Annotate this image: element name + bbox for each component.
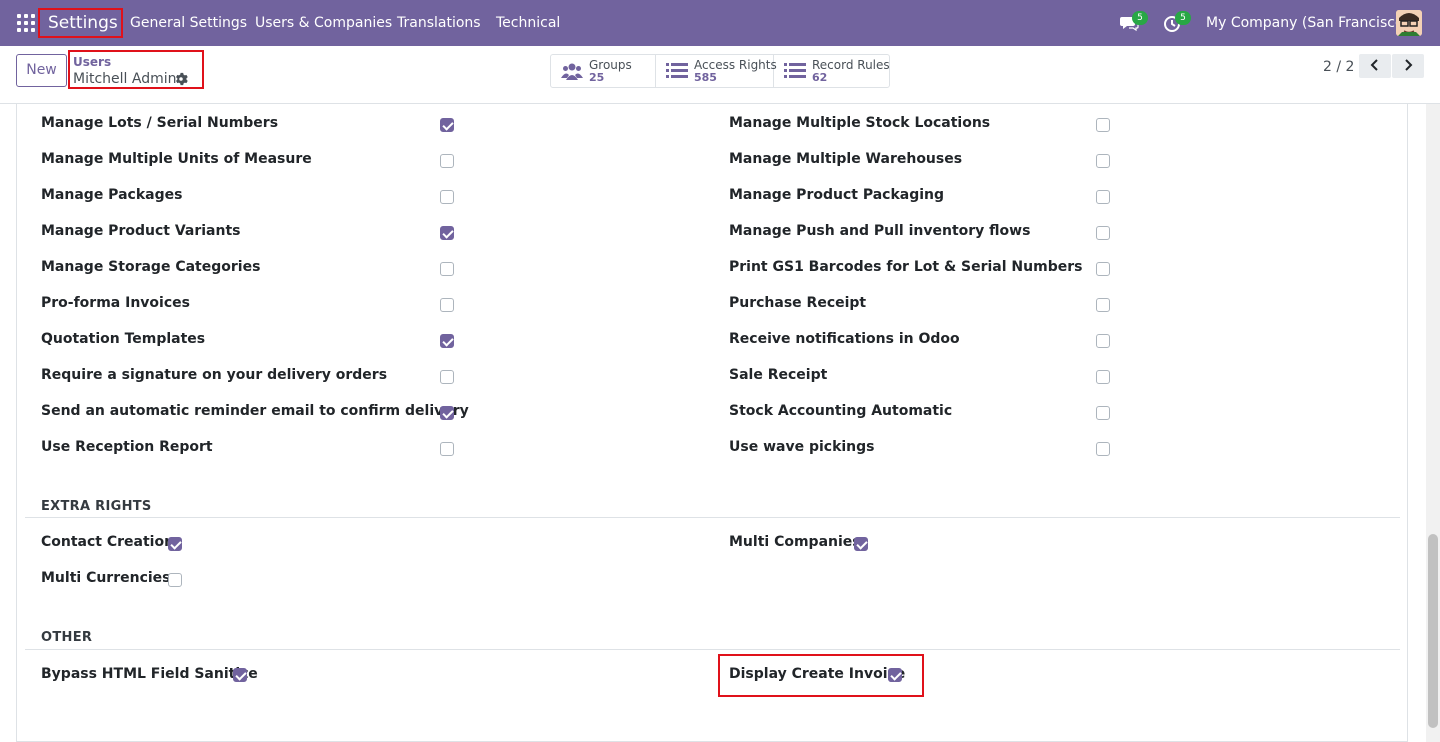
company-switcher[interactable]: My Company (San Francisco) — [1206, 0, 1409, 46]
scrollbar-thumb[interactable] — [1428, 534, 1438, 728]
multi-companies-checkbox[interactable] — [854, 537, 868, 551]
bypass-html-label: Bypass HTML Field Sanitize — [41, 666, 258, 682]
activities-badge: 5 — [1175, 11, 1191, 25]
pager-next-button[interactable] — [1392, 54, 1424, 78]
right-checkbox[interactable] — [1096, 370, 1110, 384]
users-icon — [561, 62, 583, 80]
right-label: Manage Lots / Serial Numbers — [41, 115, 279, 131]
right-label: Print GS1 Barcodes for Lot & Serial Numb… — [729, 259, 1083, 275]
user-avatar[interactable] — [1396, 10, 1422, 36]
right-checkbox[interactable] — [440, 118, 454, 132]
right-checkbox[interactable] — [440, 298, 454, 312]
right-checkbox[interactable] — [440, 406, 454, 420]
right-label: Manage Packages — [41, 187, 183, 203]
multi-companies-label: Multi Companies — [729, 534, 861, 550]
right-checkbox[interactable] — [440, 226, 454, 240]
apps-grid-icon[interactable] — [17, 14, 35, 32]
section-divider — [25, 517, 1400, 518]
right-checkbox[interactable] — [440, 262, 454, 276]
right-checkbox[interactable] — [1096, 226, 1110, 240]
right-label: Pro-forma Invoices — [41, 295, 190, 311]
section-divider — [25, 649, 1400, 650]
menu-translations[interactable]: Translations — [397, 0, 481, 46]
messages-badge: 5 — [1132, 11, 1148, 25]
right-label: Require a signature on your delivery ord… — [41, 367, 388, 383]
contact-creation-checkbox[interactable] — [168, 537, 182, 551]
breadcrumb-current-record: Mitchell Admin — [73, 71, 177, 87]
right-label: Sale Receipt — [729, 367, 828, 383]
menu-technical[interactable]: Technical — [496, 0, 560, 46]
smart-buttons: Groups 25 Access Rights 585 Record Rules… — [550, 54, 890, 88]
right-checkbox[interactable] — [1096, 190, 1110, 204]
right-checkbox[interactable] — [1096, 334, 1110, 348]
other-title: OTHER — [41, 630, 93, 645]
right-label: Quotation Templates — [41, 331, 206, 347]
user-form-sheet — [16, 104, 1408, 742]
right-checkbox[interactable] — [1096, 442, 1110, 456]
display-create-invoice-checkbox[interactable] — [888, 668, 902, 682]
list-icon — [784, 62, 806, 80]
display-create-invoice-label: Display Create Invoice — [729, 666, 906, 682]
right-checkbox[interactable] — [440, 190, 454, 204]
breadcrumb: Users Mitchell Admin — [68, 50, 204, 89]
right-label: Manage Push and Pull inventory flows — [729, 223, 1031, 239]
right-checkbox[interactable] — [1096, 118, 1110, 132]
right-label: Manage Multiple Units of Measure — [41, 151, 312, 167]
pager-value[interactable]: 2 / 2 — [1323, 59, 1354, 75]
list-icon — [666, 62, 688, 80]
multi-currencies-checkbox[interactable] — [168, 573, 182, 587]
right-label: Stock Accounting Automatic — [729, 403, 953, 419]
extra-rights-title: EXTRA RIGHTS — [41, 499, 152, 514]
record-rules-count: 62 — [812, 71, 828, 84]
right-checkbox[interactable] — [440, 442, 454, 456]
groups-label: Groups — [589, 58, 632, 72]
right-label: Use wave pickings — [729, 439, 875, 455]
contact-creation-label: Contact Creation — [41, 534, 175, 550]
multi-currencies-label: Multi Currencies — [41, 570, 171, 586]
right-checkbox[interactable] — [440, 370, 454, 384]
access-rights-smart-button[interactable]: Access Rights 585 — [656, 55, 777, 87]
control-panel: New Users Mitchell Admin Groups 25 Acces… — [0, 46, 1440, 104]
menu-users-companies[interactable]: Users & Companies — [255, 0, 392, 46]
app-brand-settings[interactable]: Settings — [38, 8, 123, 38]
groups-smart-button[interactable]: Groups 25 — [551, 55, 656, 87]
right-label: Use Reception Report — [41, 439, 213, 455]
right-label: Purchase Receipt — [729, 295, 867, 311]
vertical-scrollbar[interactable] — [1426, 104, 1440, 742]
right-checkbox[interactable] — [440, 154, 454, 168]
bypass-html-checkbox[interactable] — [233, 668, 247, 682]
access-rights-label: Access Rights — [694, 58, 777, 72]
right-label: Manage Multiple Warehouses — [729, 151, 963, 167]
right-checkbox[interactable] — [1096, 298, 1110, 312]
pager-previous-button[interactable] — [1359, 54, 1391, 78]
right-checkbox[interactable] — [1096, 406, 1110, 420]
right-label: Receive notifications in Odoo — [729, 331, 960, 347]
right-checkbox[interactable] — [1096, 154, 1110, 168]
right-label: Manage Product Variants — [41, 223, 241, 239]
menu-general-settings[interactable]: General Settings — [130, 0, 247, 46]
new-button[interactable]: New — [16, 54, 67, 87]
right-label: Send an automatic reminder email to conf… — [41, 403, 469, 419]
breadcrumb-users-link[interactable]: Users — [73, 55, 111, 69]
top-navbar: Settings General Settings Users & Compan… — [0, 0, 1440, 46]
gear-icon[interactable] — [174, 72, 188, 86]
right-label: Manage Product Packaging — [729, 187, 945, 203]
right-label: Manage Multiple Stock Locations — [729, 115, 991, 131]
record-rules-smart-button[interactable]: Record Rules 62 — [774, 55, 890, 87]
record-rules-label: Record Rules — [812, 58, 890, 72]
groups-count: 25 — [589, 71, 605, 84]
right-checkbox[interactable] — [440, 334, 454, 348]
access-rights-count: 585 — [694, 71, 717, 84]
right-checkbox[interactable] — [1096, 262, 1110, 276]
right-label: Manage Storage Categories — [41, 259, 261, 275]
